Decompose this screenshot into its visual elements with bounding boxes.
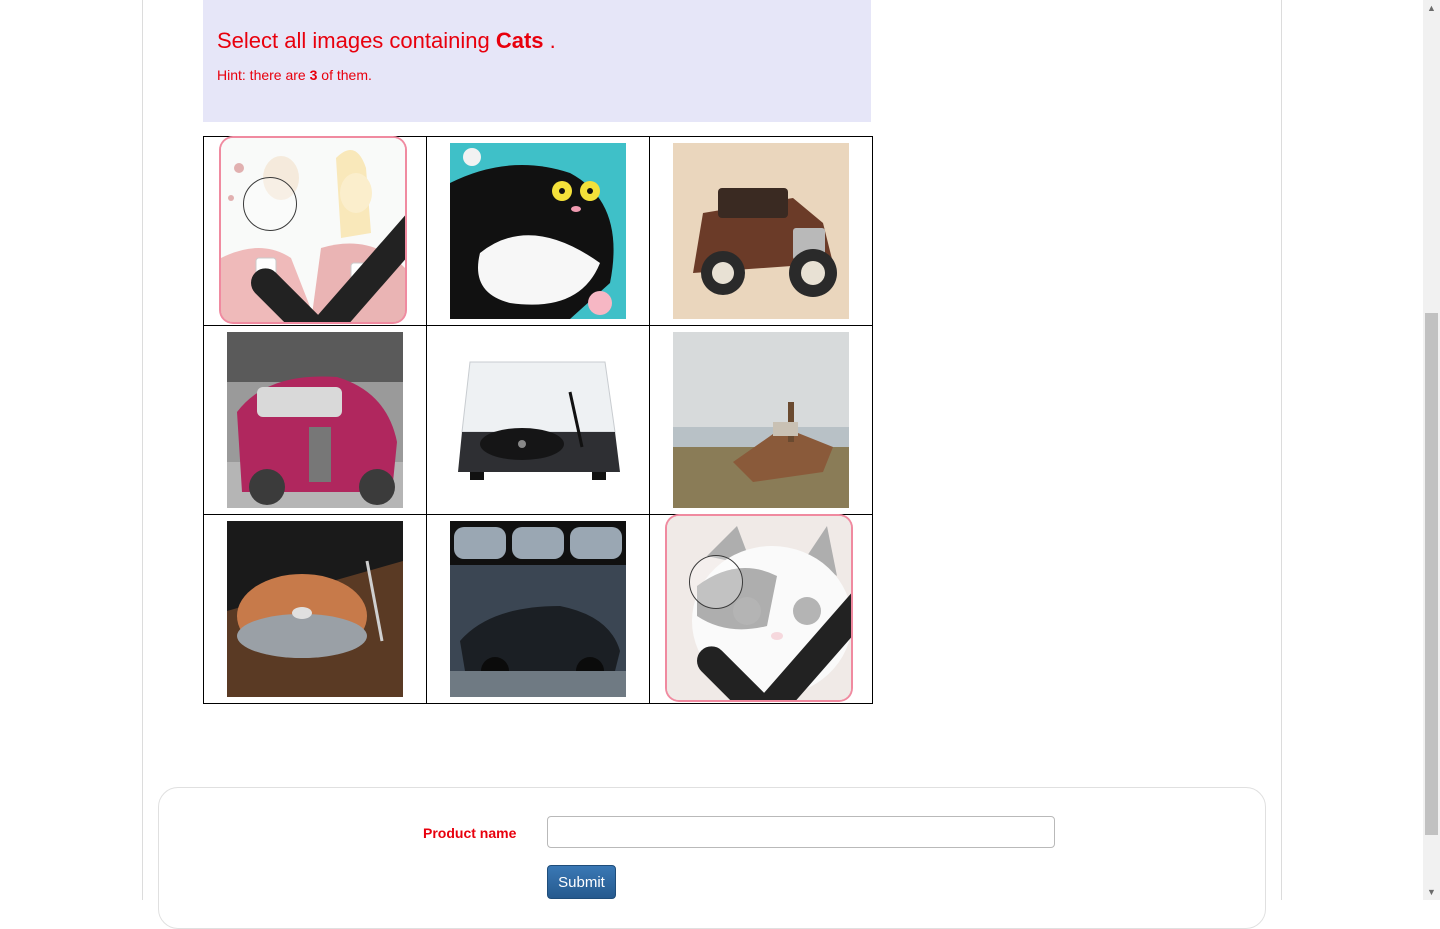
grid-cell bbox=[426, 136, 650, 326]
grid-cell bbox=[203, 325, 427, 515]
captcha-tile-copper-turntable[interactable] bbox=[227, 521, 403, 697]
captcha-tile-pink-car[interactable] bbox=[227, 332, 403, 508]
captcha-prompt: Select all images containing Cats . bbox=[217, 28, 556, 53]
car-mirrors-image bbox=[450, 521, 626, 697]
captcha-tile-shipwreck[interactable] bbox=[673, 332, 849, 508]
page-frame-right bbox=[1281, 0, 1282, 900]
captcha-hint: Hint: there are 3 of them. bbox=[217, 67, 372, 83]
product-name-label: Product name bbox=[423, 825, 517, 841]
vintage-car-image bbox=[673, 143, 849, 319]
scrollbar-thumb[interactable] bbox=[1425, 313, 1438, 835]
pink-car-image bbox=[227, 332, 403, 508]
copper-turntable-image bbox=[227, 521, 403, 697]
captcha-hint-count: 3 bbox=[309, 67, 318, 83]
grid-cell bbox=[426, 325, 650, 515]
captcha-tile-vintage-car[interactable] bbox=[673, 143, 849, 319]
scroll-up-icon[interactable]: ▲ bbox=[1423, 1, 1440, 15]
captcha-tile-car-mirrors[interactable] bbox=[450, 521, 626, 697]
grid-cell bbox=[203, 514, 427, 704]
captcha-image-grid bbox=[203, 136, 873, 704]
shipwreck-image bbox=[673, 332, 849, 508]
product-form-card bbox=[158, 787, 1266, 929]
captcha-header: Select all images containing Cats . Hint… bbox=[203, 0, 871, 122]
checkmark-icon bbox=[243, 177, 405, 322]
grid-cell bbox=[649, 136, 873, 326]
grid-cell bbox=[203, 136, 427, 326]
grid-cell bbox=[649, 325, 873, 515]
turntable-image bbox=[450, 332, 626, 508]
vertical-scrollbar[interactable]: ▲ ▼ bbox=[1423, 0, 1440, 900]
captcha-tile-couple-painting[interactable] bbox=[221, 138, 405, 322]
grid-cell bbox=[426, 514, 650, 704]
captcha-tile-cartoon-cat[interactable] bbox=[450, 143, 626, 319]
submit-button[interactable]: Submit bbox=[547, 865, 616, 899]
checkmark-icon bbox=[689, 555, 851, 700]
product-name-input[interactable] bbox=[547, 816, 1055, 848]
scroll-down-icon[interactable]: ▼ bbox=[1423, 885, 1440, 899]
captcha-tile-cat-photo[interactable] bbox=[667, 516, 851, 700]
grid-cell bbox=[649, 514, 873, 704]
cartoon-cat-image bbox=[450, 143, 626, 319]
page-frame-left bbox=[142, 0, 143, 900]
captcha-tile-turntable[interactable] bbox=[450, 332, 626, 508]
captcha-target: Cats bbox=[495, 28, 544, 53]
